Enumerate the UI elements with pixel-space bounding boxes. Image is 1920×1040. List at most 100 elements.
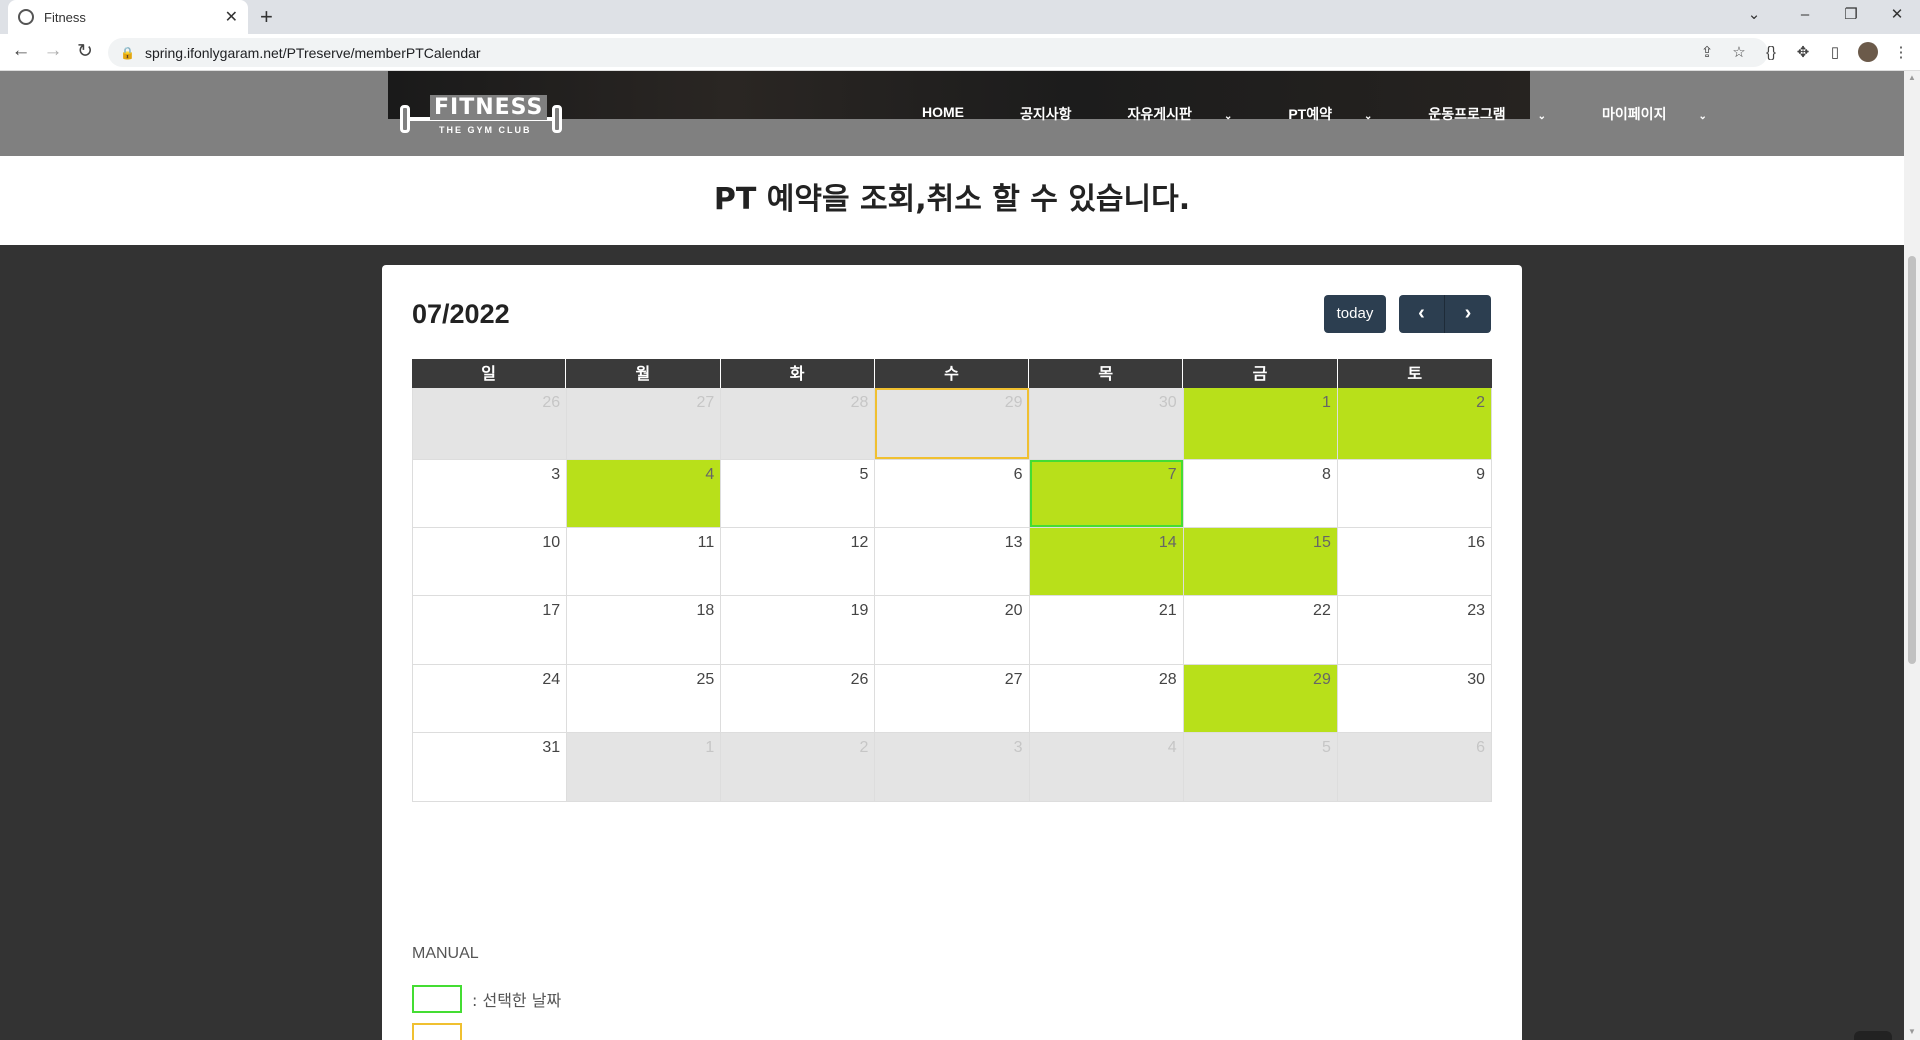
- url-text: spring.ifonlygaram.net/PTreserve/memberP…: [144, 44, 481, 61]
- calendar-day[interactable]: 21: [1029, 596, 1184, 665]
- calendar-day[interactable]: 11: [567, 528, 722, 596]
- calendar-day[interactable]: 25: [567, 665, 722, 733]
- calendar-day-booked[interactable]: 7: [1029, 460, 1184, 528]
- browser-menu-icon[interactable]: ⋮: [1892, 43, 1910, 61]
- today-button[interactable]: today: [1324, 295, 1386, 333]
- calendar-day[interactable]: 9: [1337, 460, 1492, 528]
- day-number: 12: [850, 534, 869, 551]
- calendar-day[interactable]: 24: [413, 665, 568, 733]
- nav-item[interactable]: 마이페이지 ⌄: [1602, 104, 1735, 124]
- side-panel-icon[interactable]: ▯: [1826, 43, 1844, 61]
- weekday-header: 금: [1183, 359, 1338, 388]
- nav-item[interactable]: PT예약 ⌄: [1288, 104, 1400, 124]
- calendar-day[interactable]: 29: [875, 388, 1030, 460]
- calendar-day[interactable]: 5: [1183, 733, 1338, 802]
- next-month-button[interactable]: ›: [1445, 295, 1491, 333]
- day-number: 4: [705, 466, 715, 483]
- calendar-day[interactable]: 22: [1183, 596, 1338, 665]
- restore-button[interactable]: ❐: [1828, 0, 1874, 34]
- legend-text: : 선택한 날짜: [472, 991, 562, 1010]
- day-number: 6: [1476, 739, 1485, 756]
- calendar-day[interactable]: 6: [875, 460, 1030, 528]
- page-heading: PT 예약을 조회,취소 할 수 있습니다.: [713, 182, 1191, 217]
- calendar-day[interactable]: 2: [721, 733, 876, 802]
- weekday-header: 일: [412, 359, 567, 388]
- calendar-day[interactable]: 27: [875, 665, 1030, 733]
- calendar-day-booked[interactable]: 14: [1029, 528, 1184, 596]
- weekday-header: 수: [874, 359, 1030, 388]
- tab-title: Fitness: [44, 9, 86, 25]
- nav-item[interactable]: HOME: [922, 104, 992, 124]
- chevron-down-icon: ⌄: [1223, 111, 1233, 122]
- day-number: 26: [542, 394, 561, 411]
- extension-code-icon[interactable]: {}: [1762, 44, 1780, 61]
- close-window-button[interactable]: ✕: [1874, 0, 1920, 34]
- close-tab-icon[interactable]: ✕: [225, 7, 238, 27]
- profile-avatar[interactable]: [1858, 42, 1878, 62]
- calendar-day[interactable]: 18: [567, 596, 722, 665]
- calendar-day[interactable]: 31: [413, 733, 568, 802]
- calendar-day[interactable]: 26: [413, 388, 568, 460]
- calendar-day[interactable]: 28: [721, 388, 876, 460]
- scrollbar-thumb[interactable]: [1908, 256, 1916, 664]
- forward-icon[interactable]: →: [40, 40, 66, 62]
- calendar-weeks: 26 27 28 29 30 1 2 3 4 5 6 7 8 9 10 11 12 13 14 15 16 17 18 19 2…: [412, 388, 1492, 802]
- calendar-day-booked[interactable]: 2: [1337, 388, 1492, 460]
- calendar-day[interactable]: 10: [413, 528, 568, 596]
- nav-item[interactable]: 자유게시판 ⌄: [1128, 104, 1261, 124]
- calendar-day[interactable]: 23: [1337, 596, 1492, 665]
- nav-item[interactable]: 공지사항: [1020, 104, 1100, 124]
- calendar-day[interactable]: 13: [875, 528, 1030, 596]
- calendar-day[interactable]: 27: [567, 388, 722, 460]
- scroll-to-top-button[interactable]: ⌃: [1854, 1031, 1892, 1040]
- scroll-down-arrow-icon[interactable]: ▼: [1908, 1027, 1916, 1036]
- calendar-day-booked[interactable]: 1: [1183, 388, 1338, 460]
- calendar-day[interactable]: 19: [721, 596, 876, 665]
- reload-icon[interactable]: ↻: [72, 40, 98, 63]
- calendar-day-booked[interactable]: 15: [1183, 528, 1338, 596]
- tab-search-icon[interactable]: ⌄: [1726, 0, 1782, 34]
- legend-color-swatch: [412, 985, 462, 1013]
- toolbar-icons: ⇪ ☆ {} ✥ ▯ ⋮: [1698, 42, 1910, 62]
- bookmark-star-icon[interactable]: ☆: [1730, 43, 1748, 61]
- calendar-day[interactable]: 1: [567, 733, 722, 802]
- calendar-day[interactable]: 3: [413, 460, 568, 528]
- calendar-day[interactable]: 30: [1029, 388, 1184, 460]
- url-field[interactable]: 🔒 spring.ifonlygaram.net/PTreserve/membe…: [108, 38, 1768, 67]
- calendar-day-booked[interactable]: 4: [567, 460, 722, 528]
- share-icon[interactable]: ⇪: [1698, 43, 1716, 61]
- site-logo[interactable]: FITNESS THE GYM CLUB: [400, 93, 562, 141]
- calendar-day[interactable]: 17: [413, 596, 568, 665]
- scroll-up-arrow-icon[interactable]: ▲: [1908, 73, 1916, 82]
- calendar-day[interactable]: 20: [875, 596, 1030, 665]
- page-scrollbar[interactable]: ▲ ▼: [1904, 71, 1920, 1040]
- nav-item[interactable]: 운동프로그램 ⌄: [1428, 104, 1574, 124]
- calendar-day-booked[interactable]: 29: [1183, 665, 1338, 733]
- prev-month-button[interactable]: ‹: [1399, 295, 1445, 333]
- calendar-day[interactable]: 12: [721, 528, 876, 596]
- intro-section: PT 예약을 조회,취소 할 수 있습니다.: [0, 156, 1904, 245]
- calendar-day[interactable]: 26: [721, 665, 876, 733]
- day-number: 2: [859, 739, 869, 756]
- site-header: FITNESS THE GYM CLUB HOME 공지사항 자유게시판 ⌄ PT예약 ⌄…: [0, 71, 1904, 156]
- day-number: 10: [542, 534, 561, 551]
- calendar-day[interactable]: 8: [1183, 460, 1338, 528]
- back-icon[interactable]: ←: [8, 40, 34, 62]
- calendar-day[interactable]: 30: [1337, 665, 1492, 733]
- extensions-puzzle-icon[interactable]: ✥: [1794, 43, 1812, 61]
- legend-row: [412, 1023, 561, 1040]
- browser-tab[interactable]: Fitness ✕: [8, 0, 248, 34]
- globe-icon: [18, 9, 34, 25]
- day-number: 3: [551, 466, 561, 483]
- minimize-button[interactable]: –: [1782, 0, 1828, 34]
- calendar-day[interactable]: 5: [721, 460, 876, 528]
- lock-icon[interactable]: 🔒: [120, 46, 135, 60]
- calendar-day[interactable]: 3: [875, 733, 1030, 802]
- calendar-day[interactable]: 28: [1029, 665, 1184, 733]
- calendar-day[interactable]: 6: [1337, 733, 1492, 802]
- new-tab-button[interactable]: +: [260, 4, 273, 30]
- calendar-day[interactable]: 4: [1029, 733, 1184, 802]
- day-number: 16: [1467, 534, 1485, 551]
- day-number: 29: [1313, 671, 1331, 688]
- calendar-day[interactable]: 16: [1337, 528, 1492, 596]
